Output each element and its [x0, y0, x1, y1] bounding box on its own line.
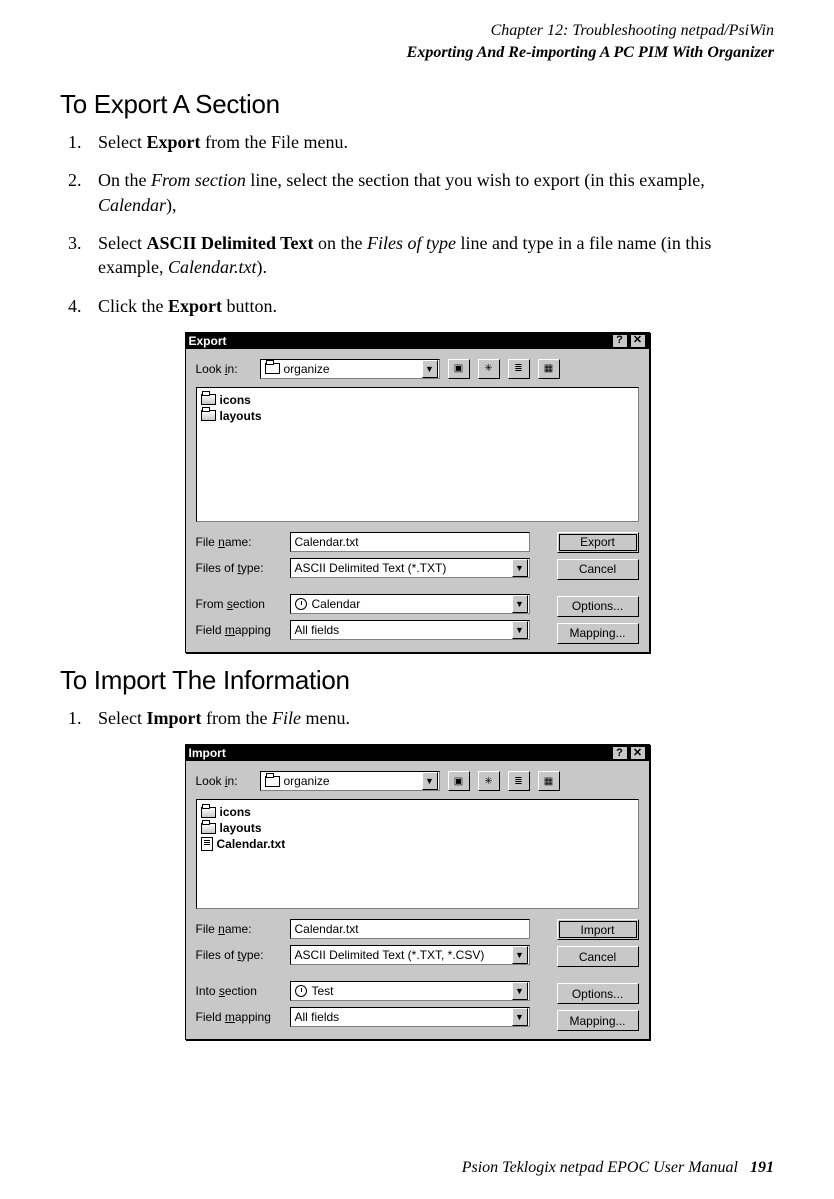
filetype-combo[interactable]: ASCII Delimited Text (*.TXT)▼: [290, 558, 530, 578]
heading-export-section: To Export A Section: [60, 89, 774, 120]
folder-icon: [201, 823, 216, 834]
filetype-label: Files of type:: [196, 948, 282, 962]
field-mapping-combo[interactable]: All fields▼: [290, 1007, 530, 1027]
dropdown-icon[interactable]: ▼: [512, 1008, 528, 1026]
dropdown-icon[interactable]: ▼: [512, 559, 528, 577]
step-3: Select ASCII Delimited Text on the Files…: [86, 231, 774, 280]
options-button[interactable]: Options...: [557, 983, 639, 1004]
lookin-combo[interactable]: organize ▼: [260, 359, 440, 379]
new-folder-button[interactable]: ✳: [478, 771, 500, 791]
step-1: Select Import from the File menu.: [86, 706, 774, 730]
list-item[interactable]: layouts: [201, 820, 634, 836]
export-dialog: Export ? ✕ Look in: organize ▼ ▣ ✳ ≣ ▦: [185, 332, 650, 653]
filename-input[interactable]: Calendar.txt: [290, 532, 530, 552]
lookin-label: Look in:: [196, 362, 252, 376]
list-view-button[interactable]: ≣: [508, 771, 530, 791]
mapping-button[interactable]: Mapping...: [557, 623, 639, 644]
heading-import-section: To Import The Information: [60, 665, 774, 696]
calendar-icon: [295, 598, 307, 610]
chapter-line: Chapter 12: Troubleshooting netpad/PsiWi…: [60, 20, 774, 42]
page-header: Chapter 12: Troubleshooting netpad/PsiWi…: [60, 20, 774, 63]
folder-icon: [201, 394, 216, 405]
dialog-titlebar[interactable]: Import ? ✕: [186, 745, 649, 761]
section-title-line: Exporting And Re-importing A PC PIM With…: [60, 42, 774, 64]
details-view-button[interactable]: ▦: [538, 359, 560, 379]
dropdown-icon[interactable]: ▼: [422, 772, 438, 790]
mapping-button[interactable]: Mapping...: [557, 1010, 639, 1031]
export-steps: Select Export from the File menu. On the…: [86, 130, 774, 318]
document-icon: [201, 837, 213, 851]
close-button[interactable]: ✕: [630, 334, 646, 348]
cancel-button[interactable]: Cancel: [557, 946, 639, 967]
field-mapping-label: Field mapping: [196, 1010, 282, 1024]
import-button[interactable]: Import: [557, 919, 639, 940]
from-section-label: From section: [196, 597, 282, 611]
into-section-label: Into section: [196, 984, 282, 998]
from-section-combo[interactable]: Calendar▼: [290, 594, 530, 614]
filename-label: File name:: [196, 535, 282, 549]
dialog-titlebar[interactable]: Export ? ✕: [186, 333, 649, 349]
filetype-combo[interactable]: ASCII Delimited Text (*.TXT, *.CSV)▼: [290, 945, 530, 965]
step-4: Click the Export button.: [86, 294, 774, 318]
folder-icon: [201, 410, 216, 421]
folder-icon: [265, 776, 280, 787]
lookin-combo[interactable]: organize ▼: [260, 771, 440, 791]
file-list-pane[interactable]: icons layouts Calendar.txt: [196, 799, 639, 909]
page-footer: Psion Teklogix netpad EPOC User Manual 1…: [462, 1159, 774, 1177]
filetype-label: Files of type:: [196, 561, 282, 575]
list-view-button[interactable]: ≣: [508, 359, 530, 379]
clock-icon: [295, 985, 307, 997]
export-button[interactable]: Export: [557, 532, 639, 553]
into-section-combo[interactable]: Test▼: [290, 981, 530, 1001]
help-button[interactable]: ?: [612, 334, 628, 348]
dialog-title: Export: [189, 334, 227, 348]
step-2: On the From section line, select the sec…: [86, 168, 774, 217]
new-folder-button[interactable]: ✳: [478, 359, 500, 379]
up-folder-button[interactable]: ▣: [448, 359, 470, 379]
import-steps: Select Import from the File menu.: [86, 706, 774, 730]
filename-input[interactable]: Calendar.txt: [290, 919, 530, 939]
import-dialog: Import ? ✕ Look in: organize ▼ ▣ ✳ ≣ ▦: [185, 744, 650, 1040]
filename-label: File name:: [196, 922, 282, 936]
field-mapping-combo[interactable]: All fields▼: [290, 620, 530, 640]
details-view-button[interactable]: ▦: [538, 771, 560, 791]
step-1: Select Export from the File menu.: [86, 130, 774, 154]
up-folder-button[interactable]: ▣: [448, 771, 470, 791]
file-list-pane[interactable]: icons layouts: [196, 387, 639, 522]
close-button[interactable]: ✕: [630, 746, 646, 760]
dropdown-icon[interactable]: ▼: [512, 621, 528, 639]
cancel-button[interactable]: Cancel: [557, 559, 639, 580]
dropdown-icon[interactable]: ▼: [422, 360, 438, 378]
dropdown-icon[interactable]: ▼: [512, 946, 528, 964]
list-item[interactable]: icons: [201, 804, 634, 820]
list-item[interactable]: layouts: [201, 408, 634, 424]
folder-icon: [201, 807, 216, 818]
list-item[interactable]: Calendar.txt: [201, 836, 634, 852]
dropdown-icon[interactable]: ▼: [512, 982, 528, 1000]
dropdown-icon[interactable]: ▼: [512, 595, 528, 613]
folder-icon: [265, 363, 280, 374]
options-button[interactable]: Options...: [557, 596, 639, 617]
field-mapping-label: Field mapping: [196, 623, 282, 637]
lookin-label: Look in:: [196, 774, 252, 788]
help-button[interactable]: ?: [612, 746, 628, 760]
dialog-title: Import: [189, 746, 226, 760]
list-item[interactable]: icons: [201, 392, 634, 408]
